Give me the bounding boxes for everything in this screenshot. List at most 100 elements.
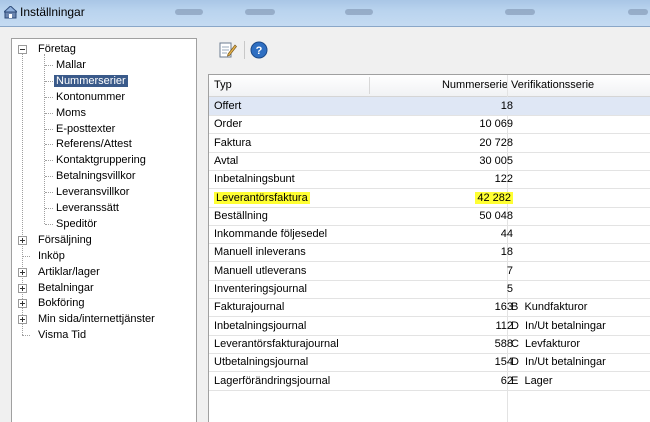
table-row[interactable]: Inventeringsjournal 5: [209, 280, 650, 299]
cell-nummerserie: 7: [393, 262, 513, 280]
tree-connector: [22, 54, 23, 336]
tree-item-moms[interactable]: Moms: [56, 106, 86, 121]
tree-item-mallar[interactable]: Mallar: [56, 58, 86, 73]
tree-connector: [45, 80, 53, 82]
table-row[interactable]: Avtal 30 005: [209, 152, 650, 171]
cell-nummerserie-text: 30 005: [479, 154, 513, 167]
table-row[interactable]: Utbetalningsjournal 154 D In/Ut betalninga…: [209, 353, 650, 373]
table-row[interactable]: Leverantörsfaktura 42 282: [209, 189, 650, 208]
tree-item-speditör[interactable]: Speditör: [56, 217, 97, 232]
table-row[interactable]: Fakturajournal 163 B Kundfakturor: [209, 298, 650, 318]
title-bar[interactable]: Inställningar: [0, 0, 650, 27]
tree-item-label: Betalningar: [38, 281, 94, 294]
settings-window-icon: [4, 6, 17, 19]
cell-typ: Manuell inleverans: [214, 243, 306, 261]
toolbar: ?: [207, 36, 650, 66]
tree-item-label: Min sida/internettjänster: [38, 313, 155, 326]
cell-verifikationsserie: C Levfakturor: [511, 337, 581, 350]
tree-connector: [45, 223, 53, 225]
tree-item-artiklar-lager[interactable]: Artiklar/lager: [38, 265, 100, 280]
cell-nummerserie-text: 50 048: [479, 209, 513, 222]
cell-nummerserie: 10 069: [393, 115, 513, 133]
cell-nummerserie: 154: [393, 353, 513, 371]
cell-typ: Leverantörsfaktura: [214, 189, 310, 207]
cell-typ-text: Avtal: [214, 154, 239, 167]
column-divider: [369, 77, 370, 94]
cell-nummerserie: 122: [393, 170, 513, 188]
tree-item-bokföring[interactable]: Bokföring: [38, 296, 84, 311]
blurred-text: [628, 9, 648, 15]
tree-item-nummerserier[interactable]: Nummerserier: [54, 74, 128, 89]
window-title: Inställningar: [20, 5, 85, 19]
tree-item-label: Moms: [56, 106, 86, 119]
tree-item-referens-attest[interactable]: Referens/Attest: [56, 137, 132, 152]
settings-navigation-tree[interactable]: Företag Mallar Nummerserier Kontonummer Moms…: [11, 38, 197, 422]
expand-icon[interactable]: [18, 235, 27, 245]
tree-connector: [45, 64, 53, 66]
tree-item-försäljning[interactable]: Försäljning: [38, 233, 92, 248]
cell-nummerserie: 588: [393, 335, 513, 353]
cell-typ: Inkommande följesedel: [214, 225, 327, 243]
cell-verifikationsserie: D In/Ut betalningar: [511, 356, 606, 369]
expand-icon[interactable]: [18, 267, 27, 277]
cell-typ-text: Offert: [214, 100, 242, 112]
tree-item-betalningar[interactable]: Betalningar: [38, 281, 94, 296]
cell-typ: Faktura: [214, 134, 251, 152]
cell-typ-text: Beställning: [214, 209, 268, 222]
table-row[interactable]: Beställning 50 048: [209, 207, 650, 226]
table-row[interactable]: Order 10 069: [209, 115, 650, 135]
tree-item-leveranssätt[interactable]: Leveranssätt: [56, 201, 119, 216]
cell-nummerserie-text: 18: [500, 246, 513, 259]
cell-typ: Inventeringsjournal: [214, 280, 307, 298]
table-row[interactable]: Offert 18: [209, 97, 650, 116]
help-icon[interactable]: ?: [249, 40, 269, 60]
tree-item-kontonummer[interactable]: Kontonummer: [56, 90, 125, 105]
tree-item-kontaktgruppering[interactable]: Kontaktgruppering: [56, 153, 146, 168]
tree-item-visma-tid[interactable]: Visma Tid: [38, 328, 86, 343]
cell-nummerserie: 163: [393, 298, 513, 316]
tree-item-inköp[interactable]: Inköp: [38, 249, 65, 264]
expand-icon[interactable]: [18, 315, 27, 325]
column-header-verifikationsserie[interactable]: Verifikationsserie: [511, 75, 594, 96]
number-series-grid: Typ Nummerserie Verifikationsserie Offer…: [208, 74, 650, 422]
cell-nummerserie: 18: [393, 243, 513, 261]
table-row[interactable]: Lagerförändringsjournal 62 E Lager: [209, 372, 650, 391]
cell-nummerserie: 20 728: [393, 134, 513, 152]
column-header-typ[interactable]: Typ: [214, 75, 232, 96]
tree-connector: [22, 255, 30, 257]
tree-connector: [22, 335, 30, 337]
table-row[interactable]: Inkommande följesedel 44: [209, 225, 650, 245]
edit-document-icon[interactable]: [217, 40, 237, 60]
cell-typ: Inbetalningsjournal: [214, 317, 306, 335]
expand-icon[interactable]: [18, 283, 27, 293]
cell-nummerserie-text: 42 282: [475, 191, 513, 204]
cell-typ-text: Faktura: [214, 136, 252, 149]
cell-nummerserie: 5: [393, 280, 513, 298]
cell-typ-text: Inbetalningsbunt: [214, 173, 295, 186]
table-row[interactable]: Inbetalningsjournal 112 D In/Ut betalninga…: [209, 317, 650, 336]
tree-item-min-sida-internettjänster[interactable]: Min sida/internettjänster: [38, 312, 155, 327]
table-row[interactable]: Inbetalningsbunt 122: [209, 170, 650, 190]
cell-nummerserie-text: 20 728: [479, 136, 513, 149]
table-row[interactable]: Manuell inleverans 18: [209, 243, 650, 263]
cell-typ-text: Order: [214, 118, 243, 131]
tree-item-e-posttexter[interactable]: E-posttexter: [56, 122, 115, 137]
cell-nummerserie-text: 7: [506, 264, 513, 277]
cell-nummerserie-text: 10 069: [479, 118, 513, 131]
cell-nummerserie-text: 18: [500, 100, 513, 112]
tree-item-label: Speditör: [56, 217, 97, 230]
table-row[interactable]: Faktura 20 728: [209, 134, 650, 153]
tree-item-leveransvillkor[interactable]: Leveransvillkor: [56, 185, 129, 200]
tree-connector: [45, 208, 53, 209]
tree-item-label: Nummerserier: [54, 74, 128, 87]
table-row[interactable]: Leverantörsfakturajournal 588 C Levfakturo…: [209, 335, 650, 354]
cell-nummerserie-text: 44: [500, 228, 513, 241]
expand-icon[interactable]: [18, 299, 27, 309]
collapse-icon[interactable]: [18, 45, 27, 54]
tree-item-label: Artiklar/lager: [38, 265, 100, 278]
tree-item-betalningsvillkor[interactable]: Betalningsvillkor: [56, 169, 135, 184]
blurred-text: [505, 9, 535, 15]
column-header-nummerserie[interactable]: Nummerserie: [442, 75, 508, 96]
cell-nummerserie: 30 005: [393, 152, 513, 170]
table-row[interactable]: Manuell utleverans 7: [209, 262, 650, 281]
